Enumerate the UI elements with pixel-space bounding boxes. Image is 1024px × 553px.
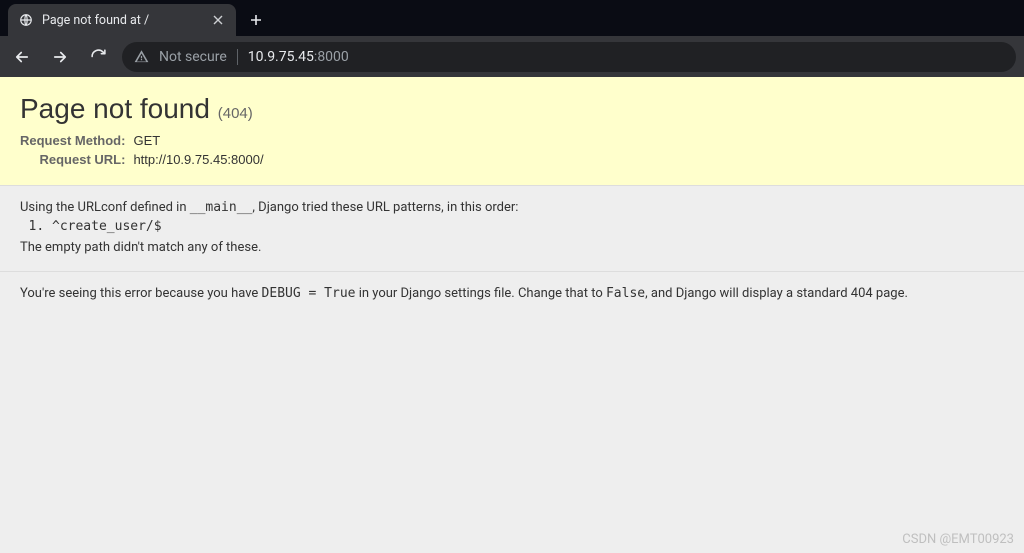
debug-true-code: DEBUG = True: [262, 286, 356, 301]
reload-button[interactable]: [84, 43, 112, 71]
explain-mid: in your Django settings file. Change tha…: [355, 286, 606, 301]
page-title: Page not found (404): [20, 93, 1004, 125]
not-secure-label: Not secure: [159, 49, 227, 65]
toolbar: Not secure 10.9.75.45:8000: [0, 36, 1024, 77]
request-url-value: http://10.9.75.45:8000/: [133, 152, 263, 171]
intro-line: Using the URLconf defined in __main__, D…: [20, 200, 1004, 215]
request-url-label: Request URL:: [20, 152, 133, 171]
tab-bar: Page not found at /: [0, 0, 1024, 36]
watermark: CSDN @EMT00923: [902, 532, 1014, 547]
forward-button[interactable]: [46, 43, 74, 71]
intro-suffix: , Django tried these URL patterns, in th…: [252, 200, 518, 215]
pattern-list: ^create_user/$: [52, 219, 1004, 234]
status-code: (404): [218, 105, 253, 122]
request-meta: Request Method: GET Request URL: http://…: [20, 133, 264, 171]
request-method-value: GET: [133, 133, 263, 152]
intro-prefix: Using the URLconf defined in: [20, 200, 190, 215]
false-code: False: [606, 286, 645, 301]
tab-title: Page not found at /: [42, 13, 202, 28]
browser-tab[interactable]: Page not found at /: [8, 4, 236, 36]
debug-explanation: You're seeing this error because you hav…: [0, 272, 1024, 315]
conf-module: __main__: [190, 200, 253, 215]
title-text: Page not found: [20, 93, 210, 124]
globe-icon: [18, 12, 34, 28]
separator: [237, 49, 238, 65]
address-bar[interactable]: Not secure 10.9.75.45:8000: [122, 42, 1016, 72]
request-method-label: Request Method:: [20, 133, 133, 152]
url-patterns-info: Using the URLconf defined in __main__, D…: [0, 186, 1024, 272]
url-port: :8000: [314, 49, 349, 65]
close-icon[interactable]: [210, 12, 226, 28]
url-text: 10.9.75.45:8000: [248, 49, 349, 65]
warning-icon: [134, 49, 149, 64]
error-summary: Page not found (404) Request Method: GET…: [0, 77, 1024, 186]
pattern-item: ^create_user/$: [52, 219, 1004, 234]
explain-prefix: You're seeing this error because you hav…: [20, 286, 262, 301]
explain-suffix: , and Django will display a standard 404…: [645, 286, 908, 301]
new-tab-button[interactable]: [242, 6, 270, 34]
back-button[interactable]: [8, 43, 36, 71]
browser-chrome: Page not found at / Not secu: [0, 0, 1024, 77]
no-match-line: The empty path didn't match any of these…: [20, 240, 1004, 255]
url-host: 10.9.75.45: [248, 49, 314, 65]
explanation-text: You're seeing this error because you hav…: [20, 286, 1004, 301]
